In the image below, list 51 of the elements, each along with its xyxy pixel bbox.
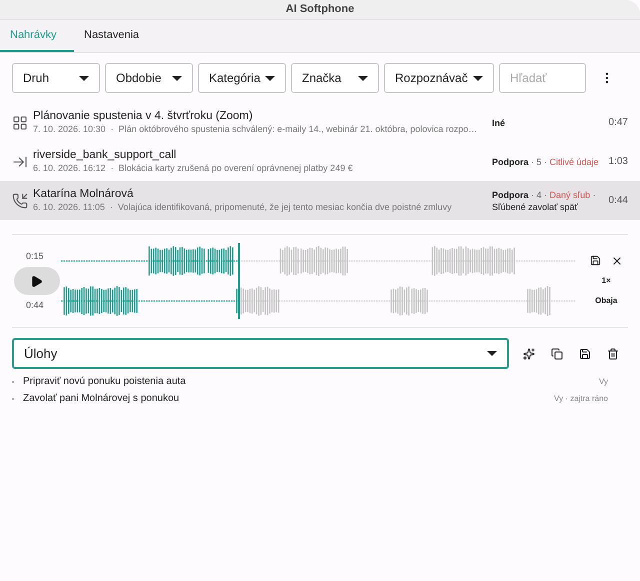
recording-title: Plánovanie spustenia v 4. štvrťroku (Zoom): [33, 109, 254, 123]
task-text: Pripraviť novú ponuku poistenia auta: [23, 375, 187, 389]
recording-summary: 6. 10. 2026. 16:12 · Blokácia karty zrušená po overení oprávnenej platby 249 €: [33, 162, 354, 175]
filter-dropdown[interactable]: Obdobie: [105, 63, 193, 93]
caret-icon: [473, 76, 483, 80]
playhead[interactable]: [238, 243, 240, 319]
recording-row[interactable]: Katarína Molnárová 6. 10. 2026. 11:05 · Volajúca identifikovaná, pripomenuté, že jej tento mesiac končia dve poistné zmluvy Podpora · 4 · Daný sľub · Sľúbené zavolať späť 0:44: [0, 181, 640, 220]
sparkle-icon[interactable]: [523, 348, 535, 360]
window-title: AI Softphone: [286, 2, 354, 18]
waveform-track[interactable]: [61, 243, 576, 319]
incoming-call-icon: [12, 192, 28, 208]
trash-icon[interactable]: [607, 348, 619, 360]
task-assignee: Vy: [598, 376, 608, 388]
tasks-dropdown[interactable]: Úlohy: [12, 338, 509, 369]
recording-row[interactable]: Plánovanie spustenia v 4. štvrťroku (Zoom) 7. 10. 2026. 10:30 · Plán októbrového spustenia schválený: e-maily 14., webinár 21. októbra, polovica rozpo… Iné 0:47: [0, 103, 640, 142]
save-icon[interactable]: [579, 348, 591, 360]
recording-summary: 7. 10. 2026. 10:30 · Plán októbrového spustenia schválený: e-maily 14., webinár 21. októbra, polovica rozpo…: [33, 123, 478, 136]
channel-button[interactable]: Obaja: [595, 295, 618, 307]
play-button[interactable]: [14, 267, 60, 295]
save-icon[interactable]: [590, 255, 601, 266]
search-field[interactable]: Hľadať: [499, 63, 586, 93]
play-icon: [30, 274, 44, 288]
recording-row[interactable]: riverside_bank_support_call 6. 10. 2026. 16:12 · Blokácia karty zrušená po overení oprávnenej platby 249 € Podpora · 5 · Citlivé údaje 1:03: [0, 142, 640, 181]
filter-dropdown[interactable]: Kategória: [198, 63, 286, 93]
filter-dropdown[interactable]: Rozpoznávač: [384, 63, 494, 93]
recording-note: Sľúbené zavolať späť: [492, 200, 579, 212]
recording-tags: Iné: [492, 116, 604, 128]
grid-icon: [12, 114, 28, 130]
caret-icon: [358, 76, 368, 80]
recording-title: riverside_bank_support_call: [33, 148, 178, 162]
filter-dropdown[interactable]: Značka: [291, 63, 379, 93]
task-assignee: Vy · zajtra ráno: [554, 392, 608, 404]
copy-icon[interactable]: [551, 348, 563, 360]
caret-icon: [79, 76, 89, 80]
duration: 1:03: [608, 155, 628, 169]
recording-tags: Podpora · 5 · Citlivé údaje: [492, 156, 604, 168]
recording-title: Katarína Molnárová: [33, 187, 134, 201]
total-time: 0:44: [26, 299, 44, 312]
speed-button[interactable]: 1×: [602, 275, 611, 287]
caret-icon: [487, 351, 497, 356]
close-icon[interactable]: [610, 255, 623, 267]
elapsed-time: 0:15: [26, 250, 44, 262]
duration: 0:47: [608, 116, 628, 130]
recording-tags: Podpora · 4 · Daný sľub ·: [492, 188, 604, 200]
caret-icon: [172, 76, 182, 80]
recording-summary: 6. 10. 2026. 11:05 · Volajúca identifikovaná, pripomenuté, že jej tento mesiac končia dve poistné zmluvy: [33, 201, 453, 214]
caret-icon: [265, 76, 275, 80]
tab[interactable]: Nastavenia: [74, 20, 148, 52]
filter-dropdown[interactable]: Druh: [12, 63, 100, 93]
task-text: Zavolať pani Molnárovej s ponukou: [23, 392, 180, 406]
duration: 0:44: [608, 194, 628, 208]
